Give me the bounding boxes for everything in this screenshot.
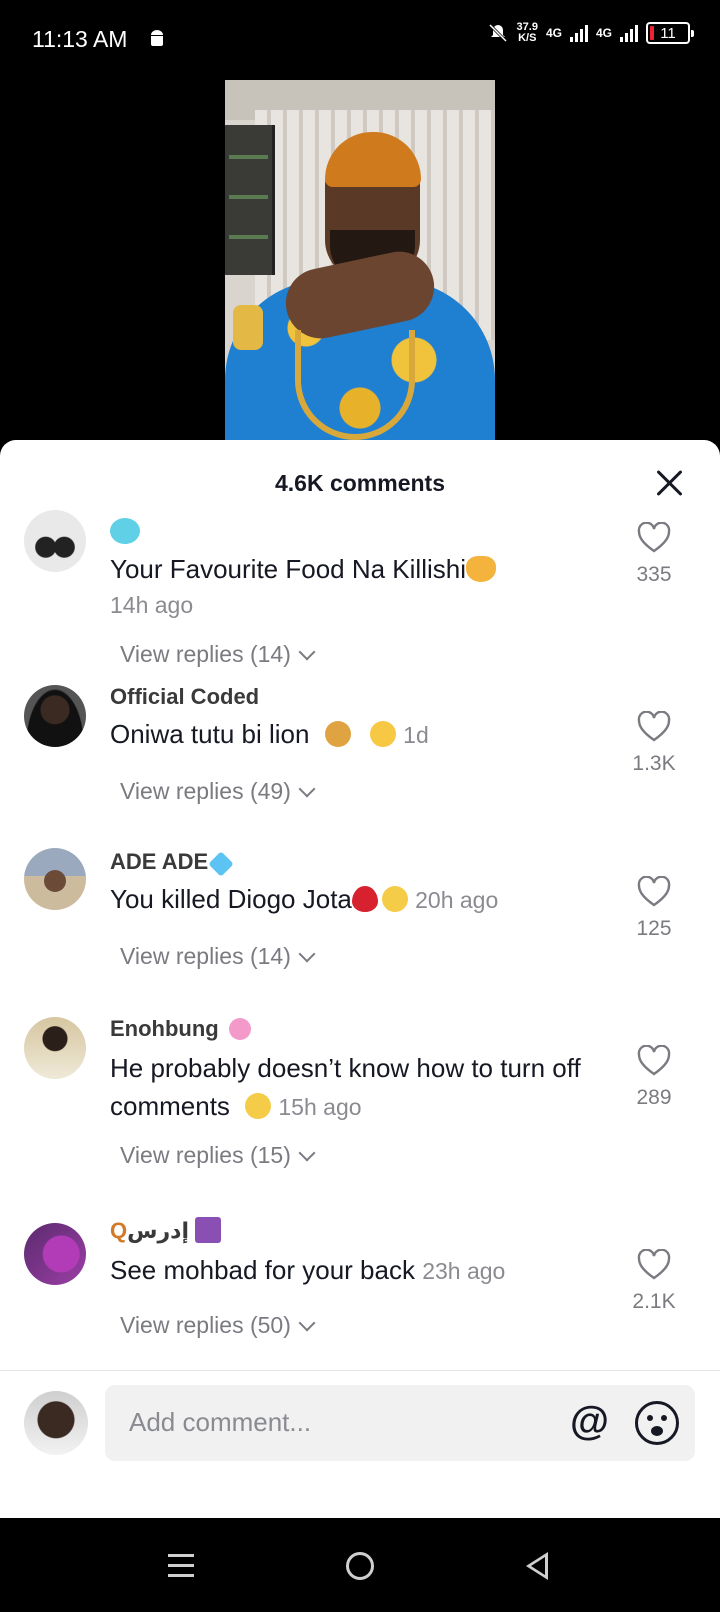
comment-username[interactable]: Enohbung [110, 1015, 610, 1043]
comment-username[interactable] [110, 518, 610, 546]
like-column: 289 [604, 1044, 704, 1110]
avatar[interactable] [24, 685, 86, 747]
android-icon [151, 30, 163, 46]
sad-emoji-icon [381, 886, 408, 912]
like-count: 335 [636, 563, 672, 586]
home-icon[interactable] [346, 1552, 374, 1580]
battery-level: 11 [660, 24, 676, 42]
flower-emoji-icon [228, 1018, 251, 1040]
comments-sheet: 4.6K comments Your Favourite Food Na Kil… [0, 440, 720, 1518]
status-indicators: 37.9 K/S 4G 4G 11 [487, 21, 694, 44]
comment-input-bar: Add comment... @ [0, 1371, 720, 1518]
heart-icon[interactable] [637, 521, 671, 554]
sheet-header: 4.6K comments [0, 440, 720, 530]
gem-emoji-icon [208, 851, 234, 877]
heart-icon[interactable] [637, 1248, 671, 1281]
like-column: 1.3K [604, 710, 704, 776]
mute-icon [488, 23, 507, 43]
chevron-down-icon [298, 643, 316, 660]
comment-item: Enohbung He probably doesn’t know how to… [0, 1015, 720, 1209]
heart-icon[interactable] [637, 1044, 671, 1077]
comment-timestamp: 23h ago [422, 1258, 506, 1284]
comment-username[interactable]: ADE ADE [110, 848, 610, 877]
heart-icon[interactable] [637, 710, 671, 743]
comment-username[interactable]: Official Coded [110, 683, 610, 711]
magnifier-emoji-icon: Q [110, 1218, 128, 1243]
net-speed: 37.9 K/S [516, 21, 538, 44]
status-time: 11:13 AM [32, 26, 128, 52]
comment-timestamp: 15h ago [278, 1094, 362, 1120]
comment-input[interactable]: Add comment... @ [105, 1385, 695, 1461]
crying-emoji-icon [245, 1093, 272, 1119]
comment-input-placeholder[interactable]: Add comment... [129, 1407, 311, 1438]
comment-text: Your Favourite Food Na Killishi [110, 550, 610, 588]
back-icon[interactable] [526, 1552, 548, 1580]
recent-apps-icon[interactable] [168, 1554, 194, 1578]
user-avatar[interactable] [24, 1391, 88, 1455]
avatar[interactable] [24, 510, 86, 572]
chevron-down-icon [298, 1144, 316, 1161]
grimace-emoji-icon [110, 518, 140, 544]
comment-text: See mohbad for your back 23h ago [110, 1255, 506, 1285]
network-label-2: 4G [595, 26, 612, 40]
network-label-1: 4G [545, 26, 562, 40]
avatar[interactable] [24, 848, 86, 910]
signal-icon [569, 24, 588, 42]
view-replies-button[interactable]: View replies (14) [120, 641, 316, 668]
emoji-icon[interactable] [635, 1401, 679, 1445]
heart-icon[interactable] [637, 875, 671, 908]
battery-icon: 11 [646, 22, 694, 44]
weary-emoji-icon [369, 721, 396, 747]
comment-timestamp: 1d [403, 722, 429, 748]
mention-button[interactable]: @ [570, 1401, 609, 1441]
like-count: 2.1K [632, 1290, 676, 1313]
comment-timestamp: 14h ago [110, 592, 194, 618]
like-column: 335 [604, 521, 704, 587]
status-bar: 11:13 AM 37.9 K/S 4G 4G 11 [0, 0, 720, 80]
info-emoji-icon [194, 1217, 221, 1243]
chevron-down-icon [298, 945, 316, 962]
like-column: 2.1K [604, 1248, 704, 1314]
like-column: 125 [604, 875, 704, 941]
view-replies-button[interactable]: View replies (50) [120, 1312, 316, 1339]
view-replies-button[interactable]: View replies (49) [120, 778, 316, 805]
comment-text: You killed Diogo Jota 20h ago [110, 884, 499, 914]
comment-item: Your Favourite Food Na Killishi 14h ago … [0, 510, 720, 681]
like-count: 1.3K [632, 752, 676, 775]
like-count: 289 [636, 1086, 672, 1109]
system-navbar [0, 1518, 720, 1612]
chevron-down-icon [298, 780, 316, 797]
video-player[interactable] [225, 80, 495, 440]
broken-heart-emoji-icon [351, 886, 378, 912]
view-replies-button[interactable]: View replies (15) [120, 1142, 316, 1169]
avatar[interactable] [24, 1017, 86, 1079]
signal-icon-2 [620, 24, 638, 42]
comment-username[interactable]: Qإدرس [110, 1217, 610, 1245]
comment-text: Oniwa tutu bi lion 1d [110, 719, 429, 749]
view-replies-button[interactable]: View replies (14) [120, 943, 316, 970]
comment-timestamp: 20h ago [415, 887, 499, 913]
handshake-emoji-icon [466, 556, 496, 582]
comment-item: Qإدرس See mohbad for your back 23h ago V… [0, 1217, 720, 1367]
comments-count-title: 4.6K comments [274, 470, 445, 496]
comment-text: He probably doesn’t know how to turn off… [110, 1053, 581, 1121]
comment-item: Official Coded Oniwa tutu bi lion 1d Vie… [0, 683, 720, 846]
close-icon[interactable] [654, 468, 684, 498]
avatar[interactable] [24, 1223, 86, 1285]
comment-item: ADE ADE You killed Diogo Jota 20h ago Vi… [0, 848, 720, 1011]
chevron-down-icon [298, 1314, 316, 1331]
like-count: 125 [636, 917, 672, 940]
lion-emoji-icon [324, 721, 351, 747]
